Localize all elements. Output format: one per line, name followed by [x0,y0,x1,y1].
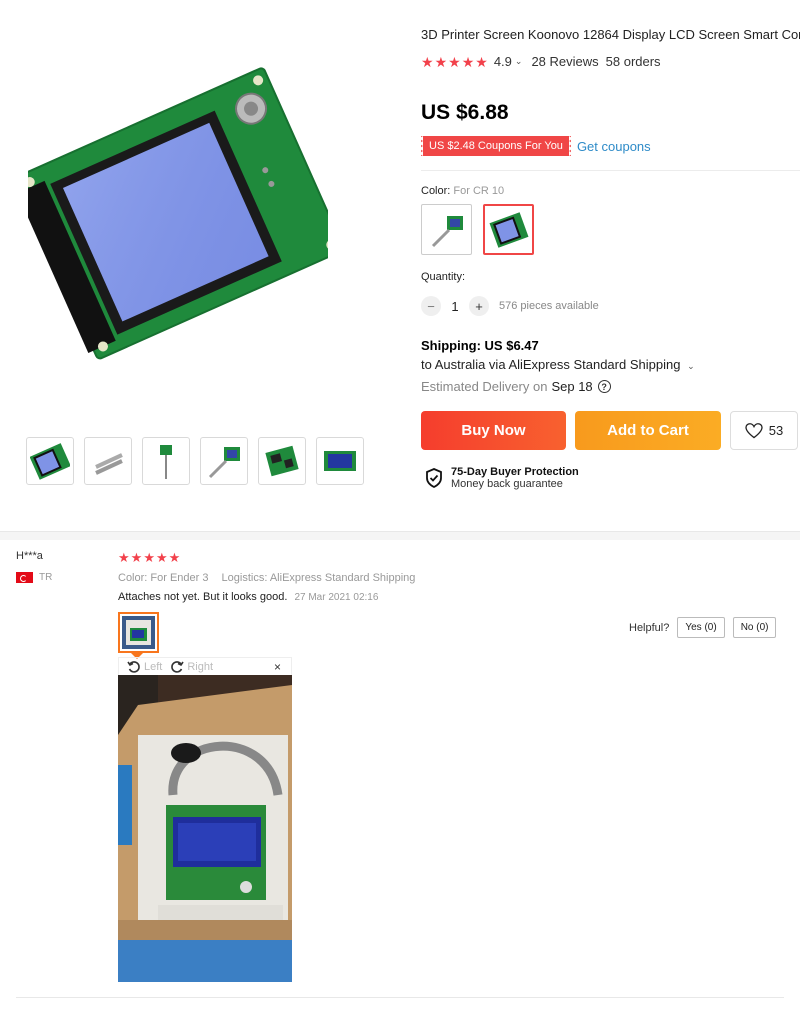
review-logistics: Logistics: AliExpress Standard Shipping [221,572,416,584]
star-icon: ★ [461,53,475,70]
rating-value[interactable]: 4.9 [494,54,512,69]
rating-row: ★ ★ ★ ★ ★ 4.9 ⌄ 28 Reviews 58 orders [421,54,661,69]
action-buttons: Buy Now Add to Cart 53 [421,411,798,450]
shield-check-icon [426,468,442,488]
rotate-right-icon [171,660,185,673]
reviewer-country: TR [16,572,52,583]
rotate-left-icon [127,660,140,673]
review-date: 27 Mar 2021 02:16 [294,592,379,603]
wishlist-count: 53 [768,423,784,438]
star-icon: ★ [421,53,434,70]
protection-subtitle: Money back guarantee [451,478,563,490]
color-swatches [421,204,534,255]
increase-button[interactable]: + [469,296,489,316]
helpful-yes-button[interactable]: Yes (0) [677,617,725,638]
thumbnail-1[interactable] [26,437,74,485]
helpful-no-button[interactable]: No (0) [732,617,777,638]
coupon-badge[interactable]: US $2.48 Coupons For You [419,136,571,156]
heart-icon [745,422,763,438]
review-body: Attaches not yet. But it looks good. [118,591,288,603]
estimated-delivery: Estimated Delivery on Sep 18 ? [421,379,611,394]
rotate-right-label: Right [187,660,214,673]
rotate-left-label: Left [144,660,163,673]
thumbnail-5[interactable] [258,437,306,485]
close-icon[interactable]: × [274,660,281,674]
star-icon: ★ [143,550,155,565]
available-count: 576 pieces available [499,300,599,312]
product-title: 3D Printer Screen Koonovo 12864 Display … [421,27,800,42]
quantity-input[interactable]: 1 [441,299,469,314]
chevron-down-icon[interactable]: ⌄ [515,56,523,67]
review-photo-large [118,675,292,982]
section-divider [0,531,800,540]
shipping-destination[interactable]: to Australia via AliExpress Standard Shi… [421,357,695,372]
review-meta: Color: For Ender 3 Logistics: AliExpress… [118,572,415,584]
review-photo-thumbnail[interactable] [118,612,159,653]
star-icon: ★ [448,53,461,70]
main-product-image[interactable] [16,60,345,360]
coupon-row: US $2.48 Coupons For You Get coupons [419,136,651,156]
shipping-title: Shipping: US $6.47 [421,338,539,353]
star-icon: ★ [155,550,168,565]
thumbnail-4[interactable] [200,437,248,485]
swatch-for-ender-3[interactable] [421,204,472,255]
helpful-label: Helpful? [629,621,670,634]
reviewer-name: H***a [16,550,43,562]
swatch-for-cr-10[interactable] [483,204,534,255]
quantity-label: Quantity: [421,271,466,283]
review-color: Color: For Ender 3 [118,572,209,584]
estimated-label: Estimated Delivery on [421,379,548,394]
add-to-cart-button[interactable]: Add to Cart [575,411,721,450]
buy-now-button[interactable]: Buy Now [421,411,566,450]
country-code: TR [39,572,53,583]
chevron-down-icon[interactable]: ⌄ [687,361,695,371]
thumbnail-strip [26,437,364,485]
review-text: Attaches not yet. But it looks good. 27 … [118,591,378,603]
star-icon: ★ [475,53,488,70]
star-icon: ★ [118,550,130,565]
color-label: Color: For CR 10 [421,185,504,197]
review-stars: ★ ★ ★ ★ ★ [118,551,180,565]
estimated-date: Sep 18 [551,379,593,394]
photo-viewer-toolbar: Left Right × [118,657,292,675]
divider [16,997,784,998]
quantity-stepper: − 1 + 576 pieces available [421,296,599,316]
star-icon: ★ [168,550,181,565]
wishlist-button[interactable]: 53 [730,411,798,450]
helpful-section: Helpful? Yes (0) No (0) [629,617,777,638]
thumbnail-3[interactable] [142,437,190,485]
flag-icon [16,572,33,583]
rotate-right-button[interactable]: Right [170,660,213,674]
star-icon: ★ [434,53,448,70]
help-icon[interactable]: ? [597,380,611,393]
thumbnail-2[interactable] [84,437,132,485]
reviews-link[interactable]: 28 Reviews [531,54,598,69]
divider [421,170,800,171]
price: US $6.88 [421,101,509,124]
rotate-left-button[interactable]: Left [127,660,162,674]
thumbnail-6[interactable] [316,437,364,485]
star-icon: ★ [130,550,143,565]
protection-title: 75-Day Buyer Protection [451,466,579,478]
get-coupons-link[interactable]: Get coupons [577,139,651,154]
color-label-text: Color: [421,185,451,197]
buyer-protection: 75-Day Buyer Protection Money back guara… [425,466,579,490]
shipping-destination-text: to Australia via AliExpress Standard Shi… [421,357,681,372]
color-value: For CR 10 [453,185,505,197]
orders-count: 58 orders [605,54,661,69]
decrease-button[interactable]: − [421,296,441,316]
rating-stars: ★ ★ ★ ★ ★ [421,55,488,69]
